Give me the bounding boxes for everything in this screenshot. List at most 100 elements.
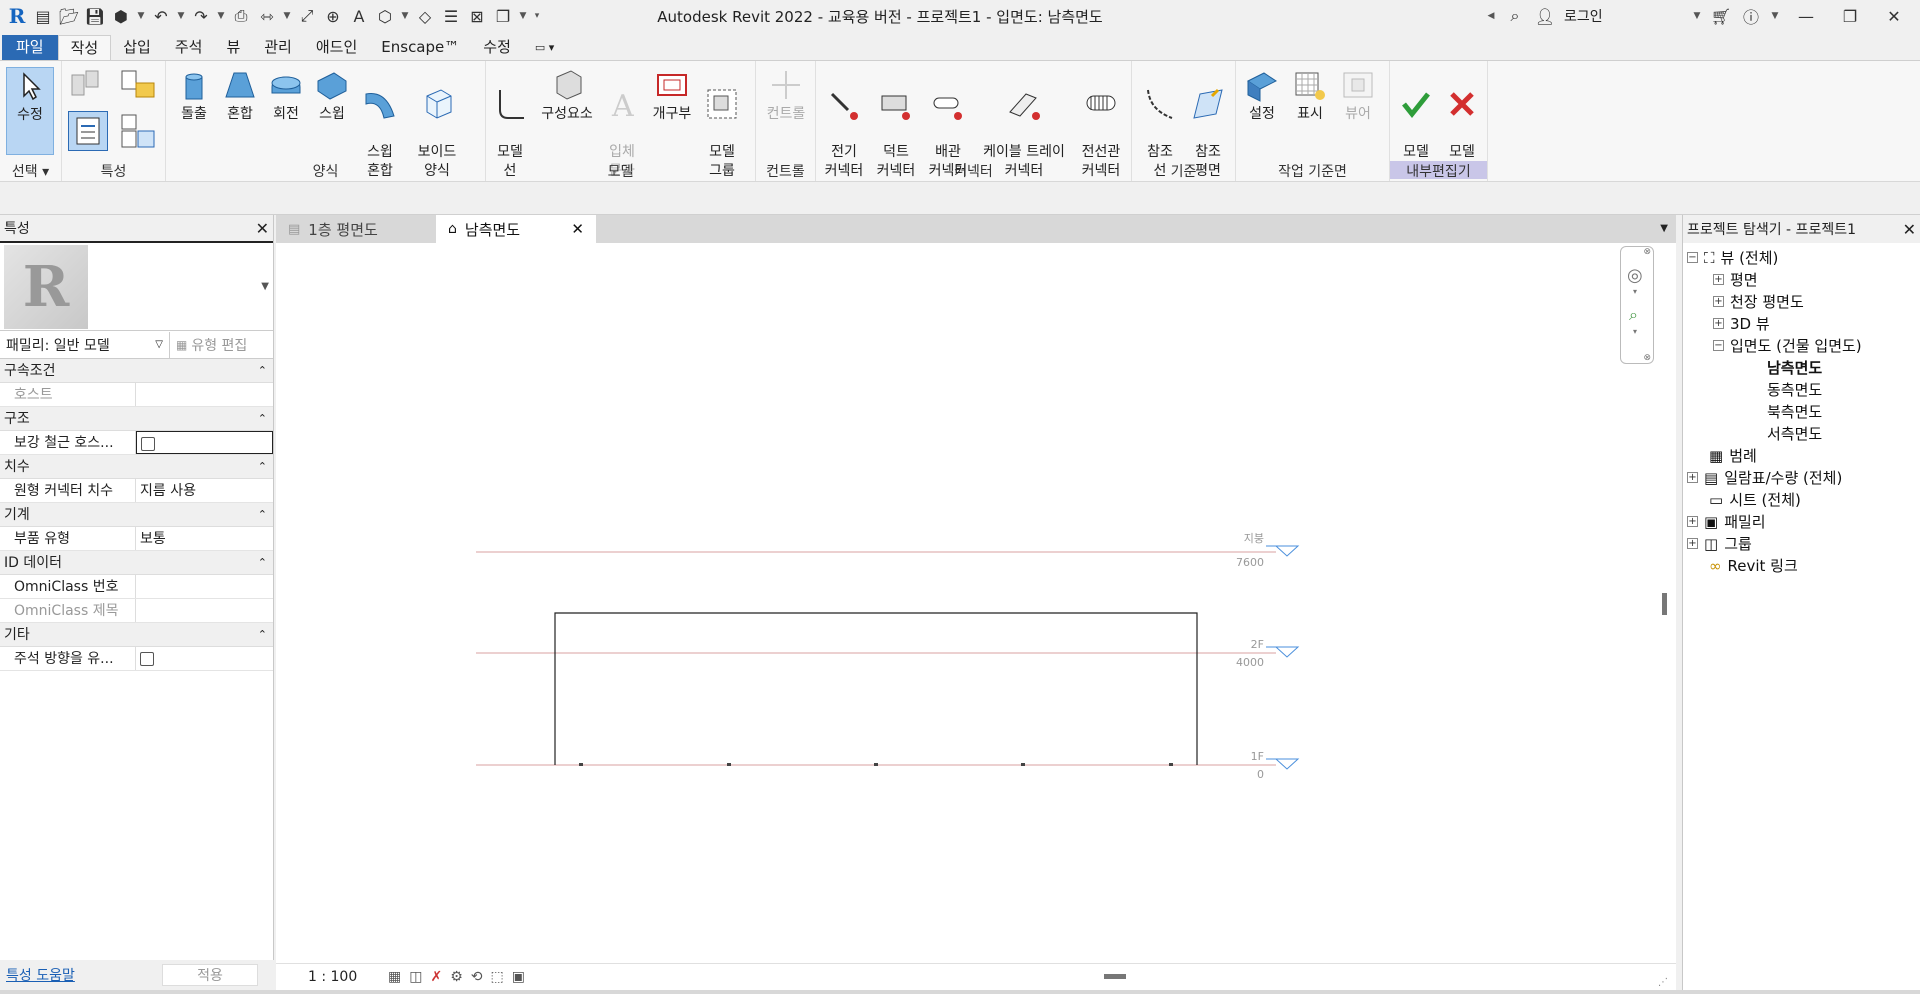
view-tab-south-elevation[interactable]: ⌂ 남측면도 ✕ (436, 215, 596, 243)
opening-button[interactable]: 개구부 (648, 67, 696, 124)
chevron-down-icon[interactable]: ▼ (518, 5, 528, 27)
close-icon[interactable]: ✕ (256, 219, 269, 238)
cart-icon[interactable]: 🛒︎ (1710, 5, 1732, 27)
property-group-header[interactable]: 구조 ⌃ (0, 407, 273, 431)
sun-path-icon[interactable]: ✗ (430, 969, 442, 985)
tab-enscape[interactable]: Enscape™ (369, 35, 471, 60)
tree-families[interactable]: + ▣ 패밀리 (1687, 511, 1766, 532)
set-workplane-button[interactable]: 설정 (1240, 67, 1284, 124)
property-value[interactable] (136, 383, 273, 406)
component-button[interactable]: 구성요소 (536, 67, 598, 124)
text-icon[interactable]: A (348, 5, 370, 27)
property-value[interactable] (136, 575, 273, 598)
vertical-scrollbar-thumb[interactable] (1662, 593, 1667, 615)
home-icon[interactable]: ▤ (32, 5, 54, 27)
sync-icon[interactable]: ⬢ (110, 5, 132, 27)
open-icon[interactable]: 📂︎ (58, 5, 80, 27)
resize-grip-icon[interactable]: ⋰ (1658, 977, 1668, 988)
revit-app-icon[interactable]: R (6, 4, 28, 28)
tab-modify[interactable]: 수정 (471, 35, 523, 60)
show-workplane-button[interactable]: 표시 (1288, 67, 1332, 124)
ribbon-minimize-toggle[interactable]: ▭ ▾ (523, 35, 566, 60)
tab-file[interactable]: 파일 (2, 35, 58, 60)
properties-help-link[interactable]: 특성 도움말 (6, 965, 75, 985)
chevron-down-icon[interactable]: ▼ (400, 5, 410, 27)
tree-schedules[interactable]: + ▤ 일람표/수량 (전체) (1687, 467, 1842, 488)
properties-button[interactable] (68, 111, 108, 151)
chevron-left-icon[interactable]: ◀ (1486, 5, 1496, 27)
show-crop-icon[interactable]: ⬚ (491, 969, 504, 985)
revolve-button[interactable]: 회전 (266, 67, 306, 124)
section-icon[interactable]: ◇ (414, 5, 436, 27)
property-value[interactable] (136, 647, 273, 670)
collapse-icon[interactable]: − (1713, 340, 1724, 351)
steering-wheel-icon[interactable]: ◎ (1627, 265, 1643, 286)
property-checkbox[interactable] (140, 652, 154, 666)
tree-west-elevation[interactable]: 서측면도 (1767, 423, 1822, 444)
chevron-down-icon[interactable]: ▼ (261, 281, 269, 292)
close-tab-icon[interactable]: ✕ (571, 220, 584, 238)
binoculars-icon[interactable]: ⌕ (1504, 5, 1526, 27)
level-roof[interactable] (476, 545, 1300, 557)
restore-button[interactable]: ❐ (1832, 7, 1868, 26)
tree-3d-views[interactable]: +3D 뷰 (1713, 313, 1770, 334)
viewer-button[interactable]: 뷰어 (1336, 67, 1380, 124)
undo-icon[interactable]: ↶ (150, 5, 172, 27)
property-group-header[interactable]: 구속조건 ⌃ (0, 359, 273, 383)
shadows-icon[interactable]: ⚙ (450, 969, 463, 985)
minimize-button[interactable]: — (1788, 7, 1824, 26)
tree-south-elevation[interactable]: 남측면도 (1767, 357, 1822, 378)
collapse-group-icon[interactable]: ⌃ (258, 623, 267, 646)
redo-icon[interactable]: ↷ (190, 5, 212, 27)
view-tab-floor-plan[interactable]: ▤ 1층 평면도 (276, 215, 436, 243)
tab-view[interactable]: 뷰 (214, 35, 252, 60)
collapse-group-icon[interactable]: ⌃ (258, 551, 267, 574)
expand-icon[interactable]: + (1687, 516, 1698, 527)
expand-icon[interactable]: + (1687, 538, 1698, 549)
chevron-down-icon[interactable]: ▼ (136, 5, 146, 27)
thin-lines-icon[interactable]: ☰ (440, 5, 462, 27)
3d-view-icon[interactable]: ⬡ (374, 5, 396, 27)
nav-options-icon[interactable]: ⊗ (1643, 353, 1651, 363)
measure-icon[interactable]: ⇿ (256, 5, 278, 27)
login-link[interactable]: 로그인 (1564, 6, 1684, 26)
tag-icon[interactable]: ⊕ (322, 5, 344, 27)
print-icon[interactable]: ⎙ (230, 5, 252, 27)
tree-floor-plans[interactable]: + 평면 (1713, 269, 1758, 290)
chevron-down-icon[interactable]: ▼ (282, 5, 292, 27)
property-group-header[interactable]: 기계 ⌃ (0, 503, 273, 527)
chevron-down-icon[interactable]: ▼ (1692, 5, 1702, 27)
chevron-down-icon[interactable]: ▾ (1633, 327, 1637, 336)
apply-button[interactable]: 적용 (162, 964, 258, 986)
tree-legends[interactable]: ▦ 범례 (1709, 445, 1757, 466)
property-group-header[interactable]: 치수 ⌃ (0, 455, 273, 479)
property-value[interactable]: 보통 (136, 527, 273, 550)
tree-sheets[interactable]: ▭ 시트 (전체) (1709, 489, 1801, 510)
switch-windows-icon[interactable]: ❐ (492, 5, 514, 27)
visual-style-icon[interactable]: ◫ (409, 969, 422, 985)
family-category-icon[interactable] (118, 67, 158, 103)
drawing-canvas[interactable]: 지붕 7600 2F 4000 1F 0 ⊗ ◎ ▾ ⌕ ▾ ⊗ (276, 243, 1676, 963)
tree-elevations[interactable]: − 입면도 (건물 입면도) (1713, 335, 1862, 356)
type-selector[interactable]: R ▼ (0, 243, 273, 331)
expand-icon[interactable]: + (1687, 472, 1698, 483)
chevron-down-icon[interactable]: ▼ (216, 5, 226, 27)
temporary-hide-icon[interactable]: ▣ (512, 969, 525, 985)
horizontal-scrollbar-thumb[interactable] (1104, 974, 1126, 979)
family-parameters-icon[interactable] (118, 111, 158, 151)
crop-view-icon[interactable]: ⟲ (471, 969, 483, 985)
help-icon[interactable]: ⓘ (1740, 5, 1762, 27)
zoom-region-icon[interactable]: ⌕ (1629, 305, 1638, 325)
property-group-header[interactable]: ID 데이터 ⌃ (0, 551, 273, 575)
property-value[interactable] (136, 431, 273, 454)
close-hidden-icon[interactable]: ⊠ (466, 5, 488, 27)
tab-addins[interactable]: 애드인 (304, 35, 369, 60)
detail-level-icon[interactable]: ▦ (388, 969, 401, 985)
customize-qat-icon[interactable]: ▾ (532, 5, 542, 27)
edit-type-button[interactable]: ▦ 유형 편집 (170, 335, 273, 355)
chevron-down-icon[interactable]: ▼ (176, 5, 186, 27)
property-value[interactable]: 지름 사용 (136, 479, 273, 502)
family-dropdown[interactable]: 패밀리: 일반 모델 ▽ (0, 331, 170, 358)
close-nav-icon[interactable]: ⊗ (1643, 247, 1651, 257)
chevron-down-icon[interactable]: ▼ (1770, 5, 1780, 27)
